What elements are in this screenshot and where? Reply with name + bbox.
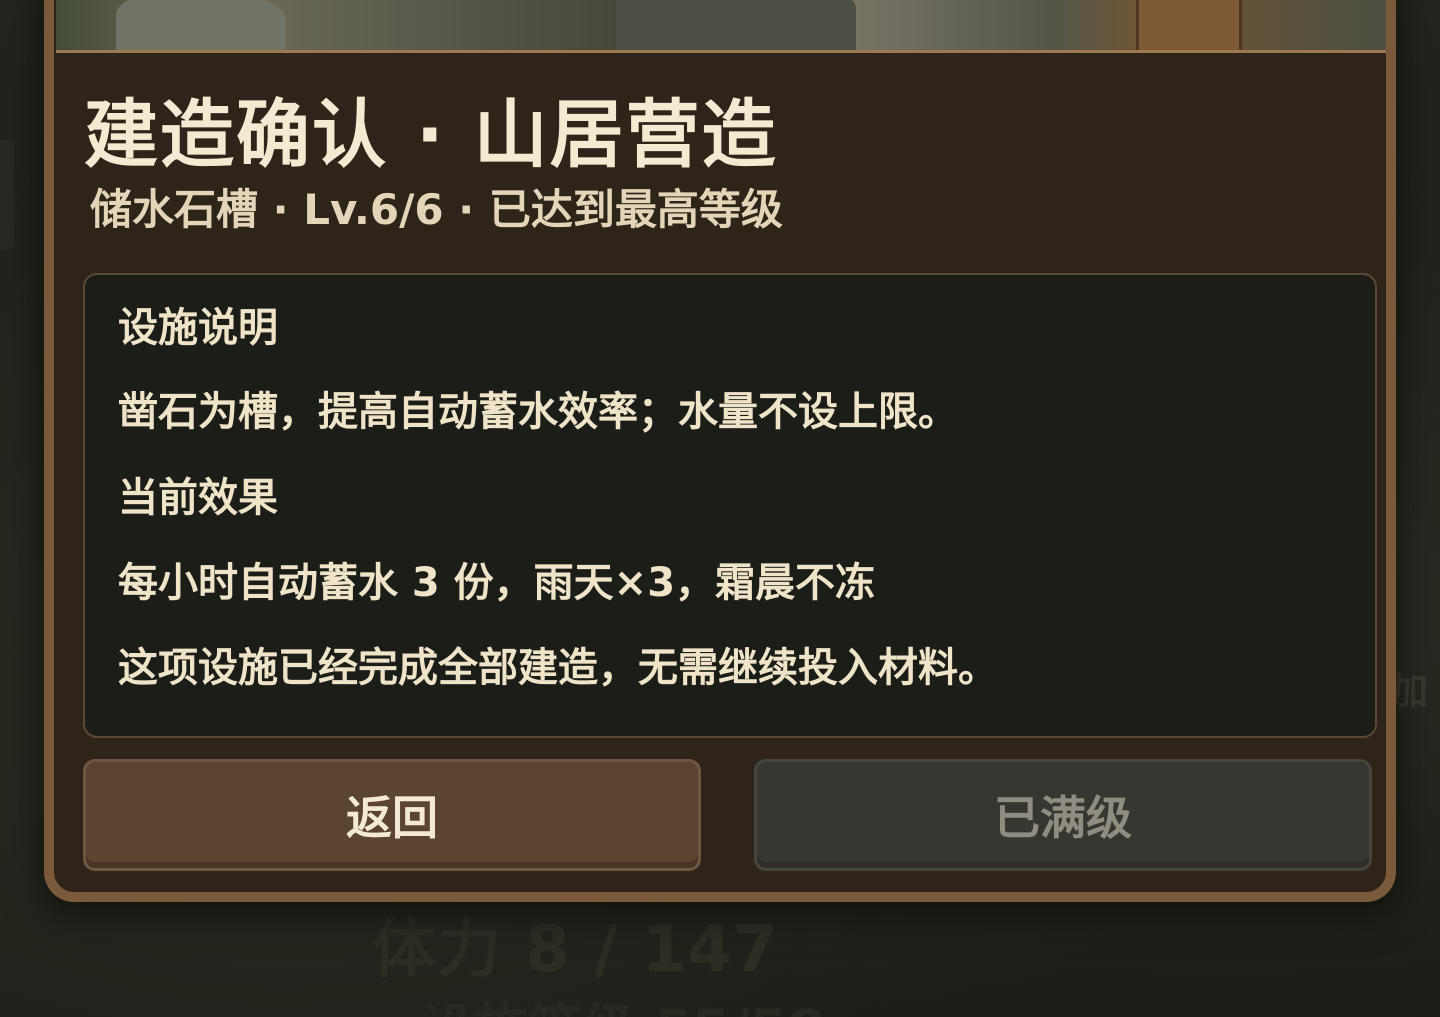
effect-heading: 当前效果	[118, 475, 278, 521]
effect-text: 每小时自动蓄水 3 份，雨天×3，霜晨不冻	[118, 560, 876, 606]
dialog-title: 建造确认 · 山居营造	[84, 92, 778, 178]
game-screen: 加论 体力 8 / 147 设施等级 55/58 建造确认 · 山居营造 储水石…	[0, 0, 1440, 1017]
facility-illustration	[56, 0, 1386, 53]
max-level-button[interactable]: 已满级	[754, 759, 1372, 871]
facility-info-panel: 设施说明 凿石为槽，提高自动蓄水效率；水量不设上限。 当前效果 每小时自动蓄水 …	[83, 273, 1377, 738]
description-heading: 设施说明	[118, 305, 278, 351]
facility-subtitle: 储水石槽 · Lv.6/6 · 已达到最高等级	[90, 185, 783, 234]
completion-note: 这项设施已经完成全部建造，无需继续投入材料。	[118, 645, 998, 691]
rock-illustration	[616, 0, 856, 50]
background-side-tab	[0, 140, 14, 250]
background-level-text: 设施等级 55/58	[420, 985, 825, 1017]
back-button[interactable]: 返回	[83, 759, 701, 871]
build-confirm-dialog: 建造确认 · 山居营造 储水石槽 · Lv.6/6 · 已达到最高等级 设施说明…	[44, 0, 1396, 902]
rock-illustration	[116, 0, 286, 50]
bucket-illustration	[1136, 0, 1242, 50]
background-stamina-text: 体力 8 / 147	[372, 913, 779, 987]
background-side-label: 加论	[1390, 669, 1429, 713]
description-text: 凿石为槽，提高自动蓄水效率；水量不设上限。	[118, 389, 958, 435]
